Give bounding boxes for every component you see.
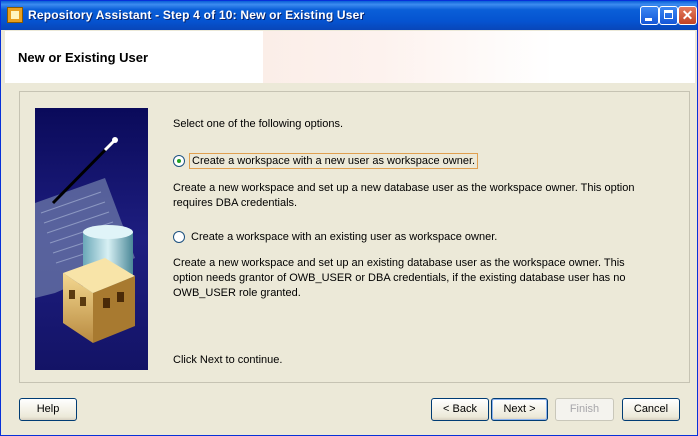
option-existing-user-label[interactable]: Create a workspace with an existing user… [189,230,499,244]
maximize-button[interactable] [659,6,678,25]
help-button[interactable]: Help [19,398,77,421]
minimize-icon [645,18,652,21]
option-existing-user-description: Create a new workspace and set up an exi… [173,257,626,299]
header-decoration [263,31,553,83]
option-new-user-description: Create a new workspace and set up a new … [173,182,635,209]
cancel-button[interactable]: Cancel [622,398,680,421]
repository-assistant-window: Repository Assistant - Step 4 of 10: New… [0,0,698,436]
intro-text: Select one of the following options. [173,118,344,130]
finish-button[interactable]: Finish [555,398,614,421]
option-existing-user[interactable]: Create a workspace with an existing user… [173,230,499,244]
close-icon: ✕ [681,7,694,23]
title-bar[interactable]: Repository Assistant - Step 4 of 10: New… [1,1,697,30]
step-header: New or Existing User [5,31,695,83]
app-icon[interactable] [7,7,23,23]
radio-existing-user[interactable] [173,231,185,243]
continue-note: Click Next to continue. [173,354,283,366]
back-button[interactable]: < Back [431,398,489,421]
option-new-user-label[interactable]: Create a workspace with a new user as wo… [189,153,479,169]
page-title: New or Existing User [18,50,149,65]
wizard-illustration [35,108,148,370]
option-new-user[interactable]: Create a workspace with a new user as wo… [173,153,479,169]
maximize-icon [664,10,673,19]
minimize-button[interactable] [640,6,659,25]
radio-new-user[interactable] [173,155,185,167]
window-title: Repository Assistant - Step 4 of 10: New… [28,8,365,22]
next-button[interactable]: Next > [491,398,548,421]
close-button[interactable]: ✕ [678,6,697,25]
